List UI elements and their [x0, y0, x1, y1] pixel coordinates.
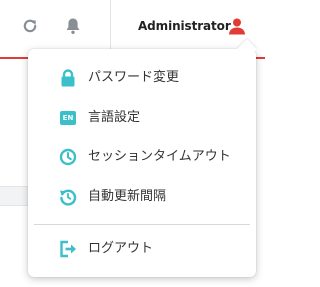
en-icon-text: EN: [60, 111, 76, 125]
menu-item-label: 言語設定: [88, 110, 141, 125]
refresh-icon[interactable]: [20, 16, 40, 36]
lock-icon: [59, 69, 77, 87]
menu-item-logout[interactable]: ログアウト: [28, 232, 256, 266]
app-stage: Administrator パスワード変更 EN 言語設定 セッションタイムアウ…: [0, 0, 265, 287]
menu-item-session-timeout[interactable]: セッションタイムアウト: [28, 140, 256, 174]
menu-item-language[interactable]: EN 言語設定: [28, 101, 256, 135]
clock-icon: [59, 148, 77, 166]
refresh-interval-icon: [59, 188, 77, 206]
user-icon[interactable]: [226, 15, 248, 37]
menu-item-label: パスワード変更: [88, 70, 180, 85]
menu-item-label: ログアウト: [88, 241, 154, 256]
user-dropdown-menu: パスワード変更 EN 言語設定 セッションタイムアウト 自動更新間隔 ログアウト: [28, 39, 257, 277]
menu-divider: [34, 224, 250, 225]
menu-item-auto-refresh-interval[interactable]: 自動更新間隔: [28, 180, 256, 214]
menu-item-label: 自動更新間隔: [88, 189, 167, 204]
menu-item-change-password[interactable]: パスワード変更: [28, 61, 256, 95]
en-icon: EN: [59, 109, 77, 127]
logout-icon: [59, 240, 77, 258]
username-label[interactable]: Administrator: [138, 19, 231, 33]
menu-item-label: セッションタイムアウト: [88, 149, 231, 164]
bell-icon[interactable]: [63, 16, 83, 36]
